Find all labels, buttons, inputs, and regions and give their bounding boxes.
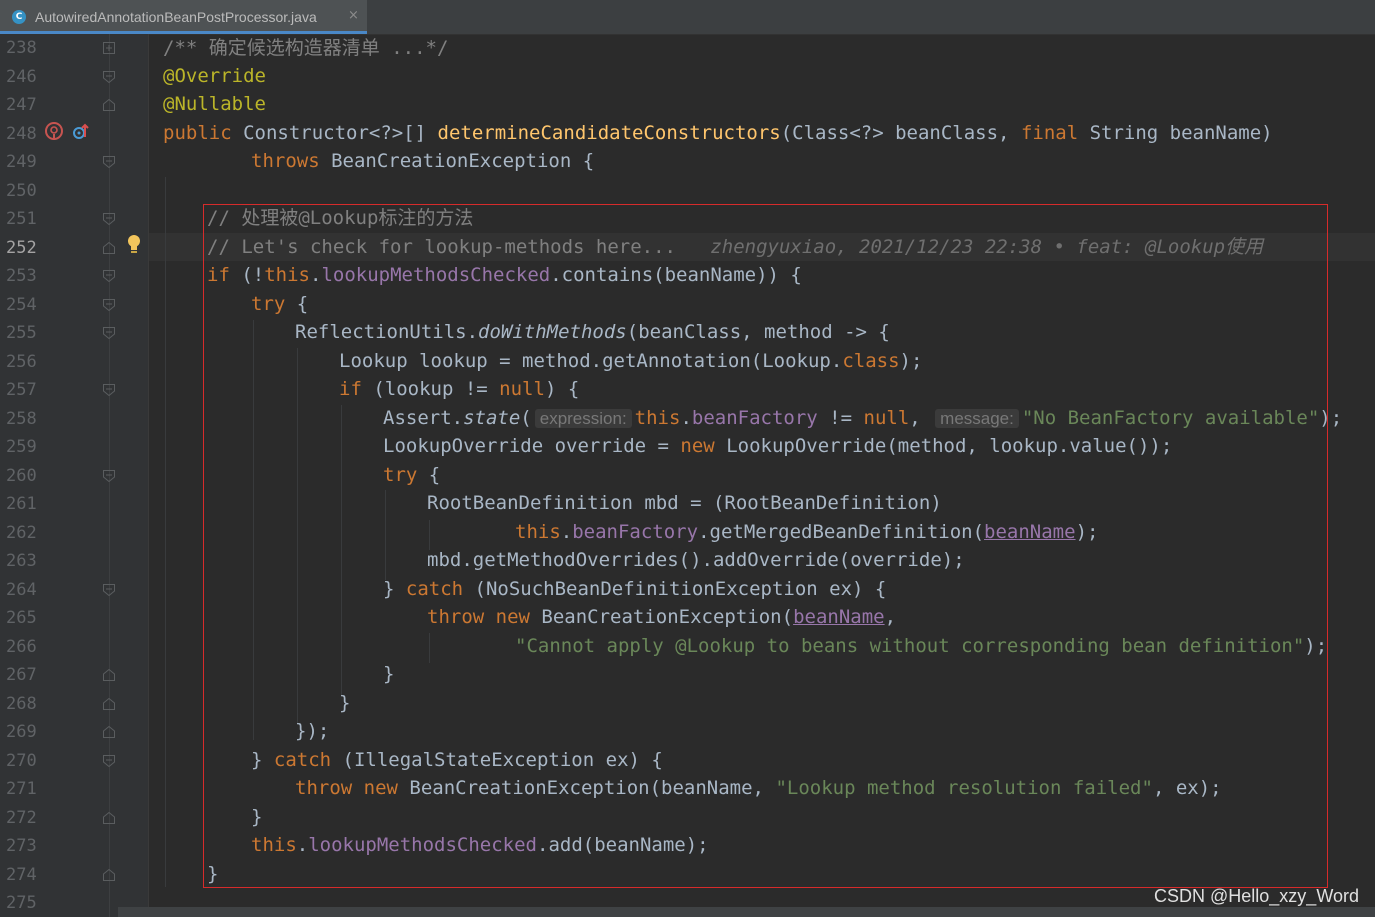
code-line-238[interactable]: /** 确定候选构造器清单 ...*/	[163, 34, 448, 62]
fold-start-icon[interactable]	[102, 70, 116, 84]
highlight-box	[203, 204, 1328, 888]
line-number[interactable]: 273	[6, 836, 46, 856]
line-number[interactable]: 267	[6, 665, 46, 685]
code-line-246[interactable]: @Override	[163, 62, 266, 90]
line-number[interactable]: 255	[6, 323, 46, 343]
fold-start-icon[interactable]	[102, 469, 116, 483]
fold-end-icon[interactable]	[102, 98, 116, 112]
horizontal-scrollbar[interactable]	[118, 907, 1375, 917]
line-number[interactable]: 272	[6, 808, 46, 828]
line-number[interactable]: 253	[6, 266, 46, 286]
line-number[interactable]: 264	[6, 580, 46, 600]
fold-start-icon[interactable]	[102, 212, 116, 226]
fold-start-icon[interactable]	[102, 583, 116, 597]
gutter-divider	[148, 34, 149, 917]
fold-end-icon[interactable]	[102, 868, 116, 882]
line-number[interactable]: 254	[6, 295, 46, 315]
line-number[interactable]: 275	[6, 893, 46, 913]
lightbulb-icon[interactable]	[125, 233, 143, 259]
fold-start-icon[interactable]	[102, 754, 116, 768]
line-number[interactable]: 260	[6, 466, 46, 486]
bean-implementation-icon[interactable]	[44, 121, 64, 145]
fold-start-icon[interactable]	[102, 383, 116, 397]
watermark: CSDN @Hello_xzy_Word	[1154, 886, 1359, 906]
java-class-icon: C	[12, 10, 26, 24]
fold-end-icon[interactable]	[102, 725, 116, 739]
line-number[interactable]: 256	[6, 352, 46, 372]
fold-start-icon[interactable]	[102, 269, 116, 283]
line-number[interactable]: 246	[6, 67, 46, 87]
code-line-247[interactable]: @Nullable	[163, 90, 266, 118]
close-tab-icon[interactable]: ×	[348, 8, 359, 23]
line-number[interactable]: 257	[6, 380, 46, 400]
line-number[interactable]: 258	[6, 409, 46, 429]
line-number[interactable]: 268	[6, 694, 46, 714]
line-number[interactable]: 263	[6, 551, 46, 571]
fold-end-icon[interactable]	[102, 668, 116, 682]
line-number[interactable]: 262	[6, 523, 46, 543]
line-number[interactable]: 271	[6, 779, 46, 799]
line-number[interactable]: 274	[6, 865, 46, 885]
line-number[interactable]: 261	[6, 494, 46, 514]
line-number[interactable]: 251	[6, 209, 46, 229]
indent-guide	[165, 177, 166, 887]
fold-start-icon[interactable]	[102, 155, 116, 169]
tab-file-name: AutowiredAnnotationBeanPostProcessor.jav…	[35, 9, 317, 25]
line-number[interactable]: 250	[6, 181, 46, 201]
line-number[interactable]: 249	[6, 152, 46, 172]
code-line-248[interactable]: public Constructor<?>[] determineCandida…	[163, 119, 1273, 147]
line-number[interactable]: 266	[6, 637, 46, 657]
fold-end-icon[interactable]	[102, 811, 116, 825]
line-number[interactable]: 238	[6, 38, 46, 58]
fold-start-icon[interactable]	[102, 326, 116, 340]
editor-tab-active[interactable]: C AutowiredAnnotationBeanPostProcessor.j…	[0, 0, 367, 34]
line-number[interactable]: 252	[6, 238, 46, 258]
line-number[interactable]: 270	[6, 751, 46, 771]
code-line-249[interactable]: throws BeanCreationException {	[251, 147, 594, 175]
line-number[interactable]: 269	[6, 722, 46, 742]
line-number[interactable]: 265	[6, 608, 46, 628]
fold-end-icon[interactable]	[102, 697, 116, 711]
override-method-icon[interactable]	[72, 123, 90, 145]
editor-tab-bar: C AutowiredAnnotationBeanPostProcessor.j…	[0, 0, 1375, 35]
line-number[interactable]: 248	[6, 124, 46, 144]
fold-expand-icon[interactable]	[102, 41, 116, 55]
fold-end-icon[interactable]	[102, 241, 116, 255]
fold-start-icon[interactable]	[102, 298, 116, 312]
line-number[interactable]: 259	[6, 437, 46, 457]
line-number[interactable]: 247	[6, 95, 46, 115]
